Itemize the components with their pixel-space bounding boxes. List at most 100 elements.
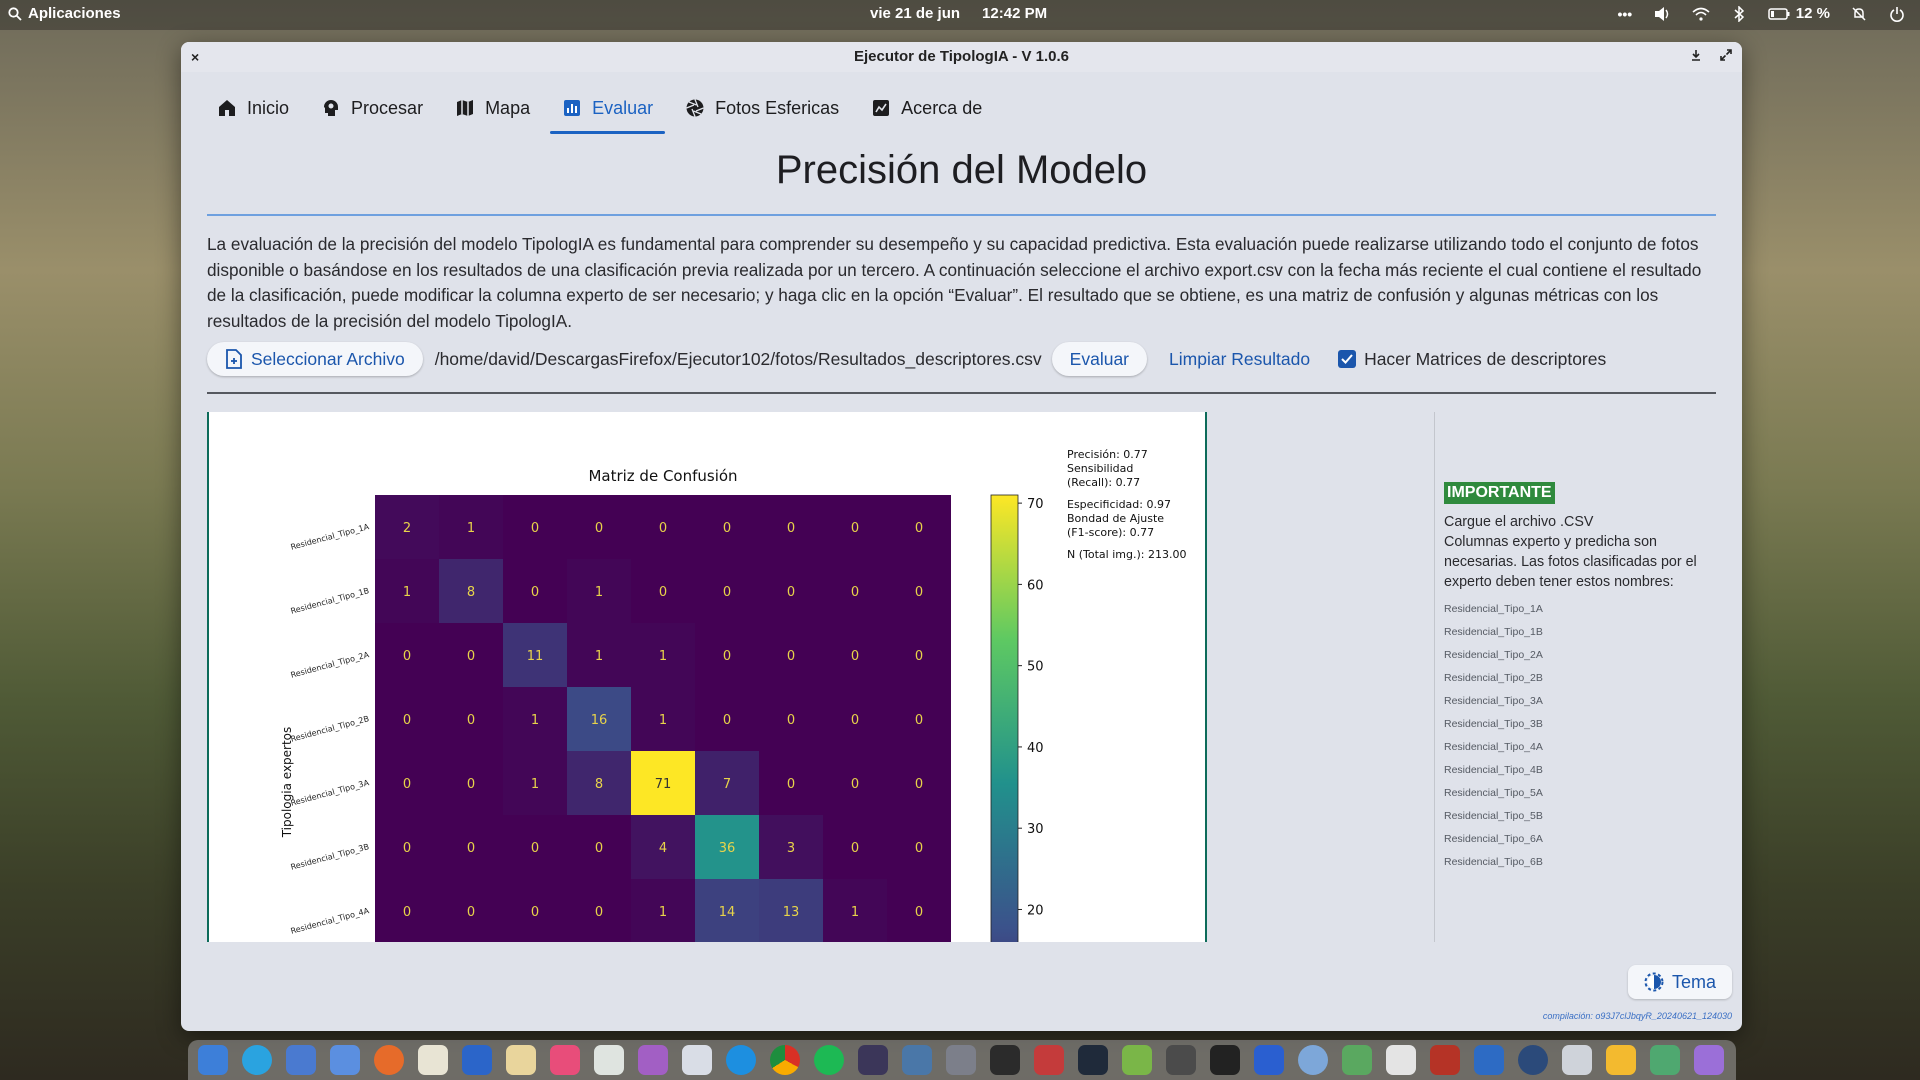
close-button[interactable]: × — [191, 42, 199, 72]
expected-name-item: Residencial_Tipo_3A — [1444, 695, 1543, 707]
cell-value-label: 0 — [851, 841, 859, 856]
descriptor-matrices-checkbox[interactable]: Hacer Matrices de descriptores — [1338, 349, 1606, 370]
system-tray[interactable]: ••• 12 % — [1616, 5, 1906, 22]
mail-icon[interactable] — [506, 1045, 536, 1075]
tab-fotos-esfericas[interactable]: Fotos Esfericas — [673, 88, 851, 128]
expected-name-item: Residencial_Tipo_4B — [1444, 764, 1543, 776]
evaluate-button[interactable]: Evaluar — [1051, 342, 1148, 376]
expected-name-item: Residencial_Tipo_5B — [1444, 810, 1543, 822]
minimize-button[interactable] — [1690, 42, 1702, 72]
tab-procesar[interactable]: Procesar — [309, 88, 435, 128]
tab-acerca-de[interactable]: Acerca de — [859, 88, 994, 128]
game-icon[interactable] — [1166, 1045, 1196, 1075]
telegram-icon[interactable] — [242, 1045, 272, 1075]
window-titlebar[interactable]: × Ejecutor de TipologIA - V 1.0.6 — [181, 42, 1742, 72]
cell-value-label: 0 — [403, 905, 411, 920]
cell-value-label: 0 — [531, 841, 539, 856]
calculator-icon[interactable] — [594, 1045, 624, 1075]
favorites-icon[interactable] — [1694, 1045, 1724, 1075]
power-icon[interactable] — [1888, 6, 1906, 22]
photos-icon[interactable] — [638, 1045, 668, 1075]
descriptor-matrices-label: Hacer Matrices de descriptores — [1364, 348, 1607, 369]
expected-name-item: Residencial_Tipo_1B — [1444, 626, 1543, 638]
file-add-icon — [226, 349, 242, 369]
firefox-icon[interactable] — [374, 1045, 404, 1075]
cell-value-label: 0 — [467, 777, 475, 792]
bluetooth-icon[interactable] — [1730, 5, 1748, 22]
tab-mapa[interactable]: Mapa — [443, 88, 542, 128]
theme-label: Tema — [1671, 971, 1716, 992]
cell-value-label: 0 — [595, 905, 603, 920]
theme-button[interactable]: Tema — [1627, 965, 1732, 999]
toggle-app-icon[interactable] — [682, 1045, 712, 1075]
finder-icon[interactable] — [330, 1045, 360, 1075]
cell-value-label: 1 — [659, 713, 667, 728]
cell-value-label: 0 — [531, 585, 539, 600]
vscode-icon[interactable] — [902, 1045, 932, 1075]
download-arrow-icon — [1692, 50, 1700, 61]
cell-value-label: 0 — [787, 713, 795, 728]
checkbox-checked-icon[interactable] — [1338, 350, 1357, 368]
tab-inicio[interactable]: Inicio — [205, 88, 301, 128]
word-icon[interactable] — [462, 1045, 492, 1075]
scissors-icon[interactable] — [1034, 1045, 1064, 1075]
important-badge: IMPORTANTE — [1444, 482, 1555, 504]
workspace-icon[interactable] — [1474, 1045, 1504, 1075]
snowflake-icon[interactable] — [1298, 1045, 1328, 1075]
cell-value-label: 36 — [719, 841, 736, 856]
cell-value-label: 16 — [591, 713, 608, 728]
cell-value-label: 0 — [851, 777, 859, 792]
qgis-icon[interactable] — [1122, 1045, 1152, 1075]
notifications-off-icon[interactable] — [1850, 6, 1868, 22]
metric-line: N (Total img.): 213.00 — [1067, 548, 1186, 561]
binance-icon[interactable] — [1606, 1045, 1636, 1075]
important-line-2: Columnas experto y predicha son necesari… — [1444, 534, 1697, 590]
vim-icon[interactable] — [1386, 1045, 1416, 1075]
archive-icon[interactable] — [946, 1045, 976, 1075]
intro-paragraph: La evaluación de la precisión del modelo… — [207, 234, 1702, 331]
audio-icon[interactable] — [1254, 1045, 1284, 1075]
applications-menu[interactable]: Aplicaciones — [8, 5, 121, 22]
tab-evaluar[interactable]: Evaluar — [550, 88, 666, 134]
battery-indicator[interactable]: 12 % — [1768, 5, 1830, 22]
terminal-icon[interactable] — [990, 1045, 1020, 1075]
tasks-icon[interactable] — [550, 1045, 580, 1075]
clear-result-button[interactable]: Limpiar Resultado — [1169, 349, 1310, 370]
expected-name-item: Residencial_Tipo_2A — [1444, 649, 1543, 661]
row-tick-label: Residencial_Tipo_1A — [290, 522, 371, 552]
row-tick-label: Residencial_Tipo_1B — [290, 586, 370, 616]
row-tick-label: Residencial_Tipo_2B — [290, 714, 370, 744]
cell-value-label: 0 — [851, 521, 859, 536]
cell-value-label: 0 — [403, 777, 411, 792]
stocks-icon[interactable] — [1650, 1045, 1680, 1075]
text-editor-icon[interactable] — [418, 1045, 448, 1075]
volume-icon[interactable] — [1654, 6, 1672, 22]
monitor-icon[interactable] — [1078, 1045, 1108, 1075]
search-app-icon[interactable] — [286, 1045, 316, 1075]
cell-value-label: 0 — [851, 585, 859, 600]
expected-name-item: Residencial_Tipo_4A — [1444, 741, 1543, 753]
select-file-button[interactable]: Seleccionar Archivo — [207, 342, 423, 376]
inkscape-icon[interactable] — [1210, 1045, 1240, 1075]
screenshot-icon[interactable] — [1562, 1045, 1592, 1075]
maps-icon[interactable] — [1342, 1045, 1372, 1075]
build-label: compilación: o93J7clJbqyR_20240621_12403… — [1542, 1011, 1732, 1021]
sync-icon[interactable] — [726, 1045, 756, 1075]
row-tick-label: Residencial_Tipo_4A — [290, 906, 371, 936]
confusion-matrix-panel[interactable]: Matriz de Confusión 2 1 0 0 0 0 0 0 0 1 8 0 1 0 0 0 0 0 0 0 1… — [207, 412, 1207, 942]
spotify-icon[interactable] — [814, 1045, 844, 1075]
clock[interactable]: vie 21 de jun 12:42 PM — [870, 5, 1047, 22]
chart-title: Matriz de Confusión — [588, 467, 737, 485]
gauge-icon[interactable] — [1518, 1045, 1548, 1075]
red-app-icon[interactable] — [1430, 1045, 1460, 1075]
more-icon[interactable]: ••• — [1616, 6, 1634, 22]
cell-value-label: 8 — [467, 585, 475, 600]
wifi-icon[interactable] — [1692, 6, 1710, 22]
files-icon[interactable] — [198, 1045, 228, 1075]
cell-value-label: 1 — [595, 585, 603, 600]
maximize-button[interactable] — [1720, 42, 1732, 72]
chrome-icon[interactable] — [770, 1045, 800, 1075]
cell-value-label: 71 — [655, 777, 672, 792]
brain-icon — [324, 100, 339, 116]
terminal-tv-icon[interactable] — [858, 1045, 888, 1075]
